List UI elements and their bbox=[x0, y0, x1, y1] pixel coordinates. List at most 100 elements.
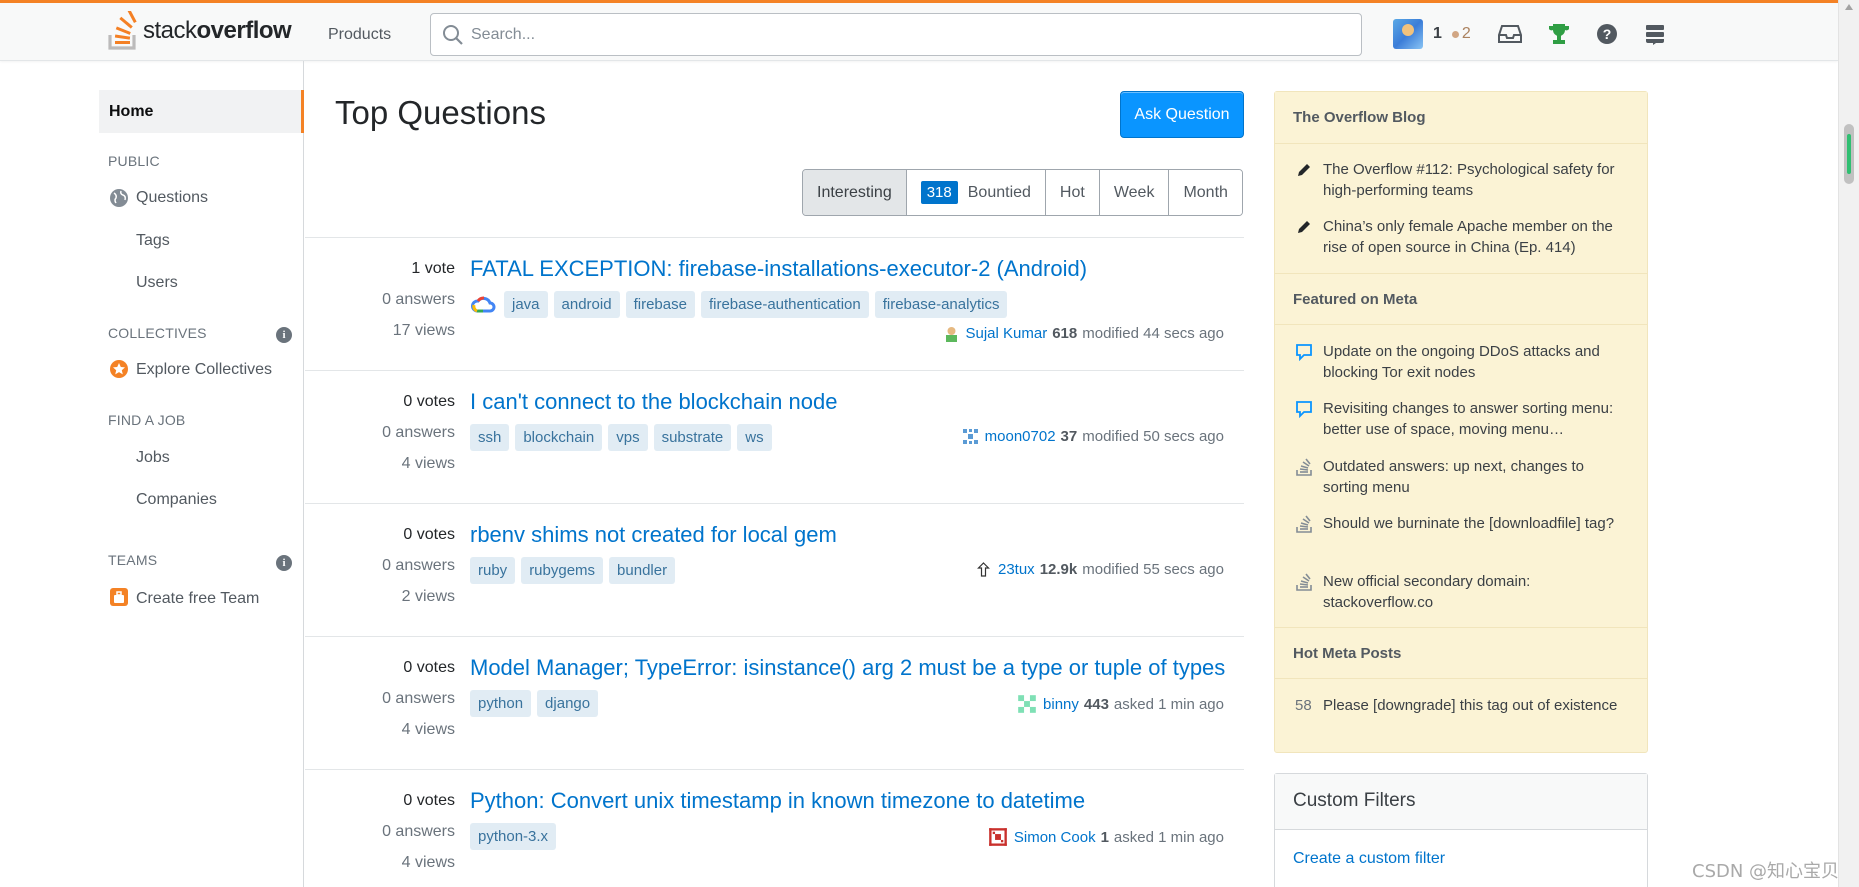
meta-item-link[interactable]: Revisiting changes to answer sorting men… bbox=[1323, 400, 1613, 438]
user-avatar-icon[interactable] bbox=[1017, 694, 1038, 714]
globe-icon bbox=[110, 189, 128, 207]
meta-item-link[interactable]: Outdated answers: up next, changes to so… bbox=[1323, 458, 1584, 496]
bronze-badge-icon bbox=[1451, 30, 1459, 38]
tag[interactable]: python-3.x bbox=[470, 823, 557, 850]
blog-item-link[interactable]: China’s only female Apache member on the… bbox=[1323, 218, 1613, 256]
question-activity[interactable]: modified 44 secs ago bbox=[1082, 325, 1224, 342]
user-avatar-icon[interactable] bbox=[974, 561, 992, 578]
tag[interactable]: ruby bbox=[470, 557, 516, 584]
nav-questions[interactable]: Questions bbox=[136, 189, 208, 207]
blog-item[interactable]: China’s only female Apache member on the… bbox=[1275, 216, 1647, 258]
page-title: Top Questions bbox=[335, 94, 546, 131]
meta-item-link[interactable]: Should we burninate the [downloadfile] t… bbox=[1323, 515, 1614, 532]
inbox-icon[interactable] bbox=[1496, 20, 1524, 48]
tag[interactable]: blockchain bbox=[515, 424, 603, 451]
user-avatar-icon[interactable] bbox=[987, 827, 1008, 847]
search-input[interactable] bbox=[471, 22, 1341, 48]
ask-question-button[interactable]: Ask Question bbox=[1120, 91, 1244, 138]
nav-companies[interactable]: Companies bbox=[136, 491, 217, 509]
collectives-info-icon[interactable]: i bbox=[276, 327, 292, 343]
tag[interactable]: firebase bbox=[625, 291, 695, 318]
nav-create-team[interactable]: Create free Team bbox=[136, 590, 259, 608]
meta-item[interactable]: Should we burninate the [downloadfile] t… bbox=[1275, 513, 1647, 534]
nav-jobs[interactable]: Jobs bbox=[136, 449, 170, 467]
tag[interactable]: rubygems bbox=[521, 557, 604, 584]
top-bar: stackoverflow Products 1 2 ? bbox=[0, 0, 1838, 61]
tag[interactable]: bundler bbox=[609, 557, 676, 584]
user-name-link[interactable]: Sujal Kumar bbox=[966, 325, 1048, 342]
tag[interactable]: substrate bbox=[653, 424, 732, 451]
user-card[interactable]: 1 2 bbox=[1393, 16, 1471, 52]
user-reputation: 12.9k bbox=[1039, 561, 1078, 578]
tag[interactable]: vps bbox=[608, 424, 648, 451]
user-reputation: 1 bbox=[1100, 828, 1109, 846]
google-cloud-collective-icon[interactable] bbox=[470, 293, 496, 317]
tag[interactable]: firebase-authentication bbox=[700, 291, 869, 318]
tab-week[interactable]: Week bbox=[1099, 170, 1170, 215]
page-scrollbar[interactable] bbox=[1838, 0, 1859, 887]
tag[interactable]: firebase-analytics bbox=[874, 291, 1008, 318]
nav-tags[interactable]: Tags bbox=[136, 232, 170, 250]
tag[interactable]: java bbox=[504, 291, 548, 318]
tab-month[interactable]: Month bbox=[1169, 170, 1242, 215]
vote-count: 0 votes bbox=[403, 526, 455, 543]
nav-users[interactable]: Users bbox=[136, 274, 178, 292]
meta-item[interactable]: Outdated answers: up next, changes to so… bbox=[1275, 456, 1647, 498]
user-avatar-icon[interactable] bbox=[961, 428, 979, 445]
meta-item-link[interactable]: New official secondary domain: stackover… bbox=[1323, 573, 1530, 611]
tag[interactable]: android bbox=[553, 291, 620, 318]
stackoverflow-logo[interactable]: stackoverflow bbox=[107, 11, 292, 51]
search-box[interactable] bbox=[430, 13, 1362, 56]
question-title-link[interactable]: rbenv shims not created for local gem bbox=[470, 522, 837, 548]
teams-info-icon[interactable]: i bbox=[276, 555, 292, 571]
question-summary: 1 vote 0 answers 17 views FATAL EXCEPTIO… bbox=[305, 237, 1244, 370]
question-user-card: binny 443 asked 1 min ago bbox=[1017, 694, 1224, 714]
tag[interactable]: ssh bbox=[470, 424, 510, 451]
blog-item[interactable]: The Overflow #112: Psychological safety … bbox=[1275, 159, 1647, 201]
meta-item[interactable]: New official secondary domain: stackover… bbox=[1275, 571, 1647, 613]
meta-item-link[interactable]: Update on the ongoing DDoS attacks and b… bbox=[1323, 343, 1600, 381]
tag[interactable]: django bbox=[537, 690, 599, 717]
nav-explore-collectives[interactable]: Explore Collectives bbox=[136, 361, 272, 379]
question-activity[interactable]: asked 1 min ago bbox=[1114, 829, 1224, 846]
user-name-link[interactable]: binny bbox=[1043, 696, 1079, 713]
tag[interactable]: python bbox=[470, 690, 532, 717]
question-title-link[interactable]: FATAL EXCEPTION: firebase-installations-… bbox=[470, 256, 1087, 282]
question-activity[interactable]: asked 1 min ago bbox=[1114, 696, 1224, 713]
question-activity[interactable]: modified 50 secs ago bbox=[1082, 428, 1224, 445]
question-title-link[interactable]: I can't connect to the blockchain node bbox=[470, 389, 837, 415]
achievements-trophy-icon[interactable] bbox=[1545, 20, 1573, 48]
teams-briefcase-icon bbox=[110, 588, 128, 606]
create-custom-filter-link[interactable]: Create a custom filter bbox=[1293, 850, 1445, 868]
tab-interesting[interactable]: Interesting bbox=[803, 170, 907, 215]
tag-list: java android firebase firebase-authentic… bbox=[470, 291, 1013, 318]
vote-count: 1 vote bbox=[411, 260, 455, 277]
svg-text:?: ? bbox=[1603, 26, 1612, 42]
scrollbar-thumb[interactable] bbox=[1844, 124, 1854, 184]
question-activity[interactable]: modified 55 secs ago bbox=[1082, 561, 1224, 578]
meta-item[interactable]: Revisiting changes to answer sorting men… bbox=[1275, 398, 1647, 440]
meta-item[interactable]: Update on the ongoing DDoS attacks and b… bbox=[1275, 341, 1647, 383]
user-avatar-icon[interactable] bbox=[942, 325, 960, 342]
question-title-link[interactable]: Model Manager; TypeError: isinstance() a… bbox=[470, 655, 1225, 681]
products-menu[interactable]: Products bbox=[316, 22, 403, 48]
site-switcher-icon[interactable] bbox=[1641, 20, 1669, 48]
scroll-up-arrow-icon[interactable] bbox=[1845, 4, 1853, 10]
help-icon[interactable]: ? bbox=[1593, 20, 1621, 48]
user-name-link[interactable]: 23tux bbox=[998, 561, 1035, 578]
stack-exchange-icon bbox=[1296, 458, 1312, 476]
pencil-icon bbox=[1298, 221, 1310, 233]
hot-meta-link[interactable]: Please [downgrade] this tag out of exist… bbox=[1323, 697, 1617, 714]
tag[interactable]: ws bbox=[737, 424, 772, 451]
user-name-link[interactable]: moon0702 bbox=[985, 428, 1056, 445]
speech-bubble-icon bbox=[1296, 344, 1312, 361]
hot-meta-item[interactable]: 58 Please [downgrade] this tag out of ex… bbox=[1275, 695, 1647, 716]
question-title-link[interactable]: Python: Convert unix timestamp in known … bbox=[470, 788, 1085, 814]
answer-count: 0 answers bbox=[382, 291, 455, 308]
tab-hot[interactable]: Hot bbox=[1045, 170, 1100, 215]
blog-item-link[interactable]: The Overflow #112: Psychological safety … bbox=[1323, 161, 1615, 199]
nav-home[interactable]: Home bbox=[99, 90, 304, 133]
avatar[interactable] bbox=[1393, 19, 1423, 49]
user-name-link[interactable]: Simon Cook bbox=[1014, 829, 1096, 846]
tab-bountied[interactable]: 318 Bountied bbox=[906, 170, 1046, 215]
